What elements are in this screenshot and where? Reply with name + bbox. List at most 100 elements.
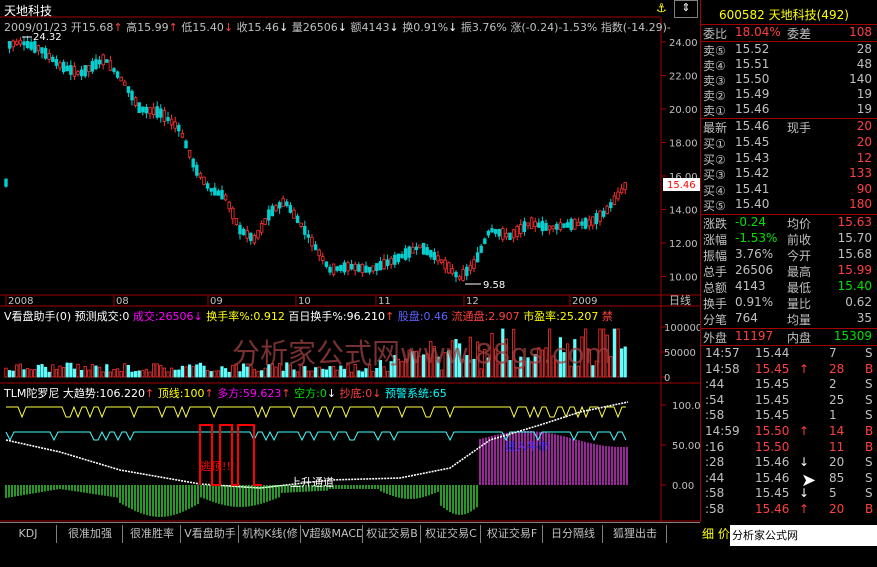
- last-price-row: 最新 15.46 现手 20: [703, 119, 872, 135]
- candle-body: [25, 41, 30, 49]
- volume-bar: [36, 364, 41, 378]
- candle-body: [591, 216, 595, 226]
- indicator-tab[interactable]: 权证交易F: [482, 525, 543, 543]
- indicator-tab[interactable]: 狐狸出击: [604, 525, 667, 543]
- candle-body: [51, 56, 55, 63]
- vol-hundred: 百日换手%:96.210: [288, 310, 386, 323]
- candle-body: [18, 39, 23, 45]
- info-amp: 振3.76%: [460, 21, 507, 34]
- candle-body: [565, 222, 570, 228]
- candle-body: [101, 54, 105, 66]
- volume-panel-header: V看盘助手(0) 预测成交:0 成交:26506↓ 换手率%:0.912 百日换…: [4, 310, 613, 323]
- quote-stat-row: 涨幅 -1.53% 前收 15.70: [703, 231, 872, 247]
- info-amt: 额4143: [350, 21, 390, 34]
- candle-body: [432, 251, 437, 261]
- candle-body: [555, 223, 559, 230]
- candle-body: [58, 62, 62, 69]
- quote-panel: 600582 天地科技(492) 委比 18.04% 委差 108 卖⑤ 15.5…: [700, 0, 877, 522]
- volume-bar: [47, 371, 51, 378]
- indicator-tab[interactable]: 权证交易C: [422, 525, 481, 543]
- candle-body: [450, 268, 455, 275]
- mouse-cursor-icon: ➤: [801, 470, 817, 491]
- stock-name-title: 天地科技: [4, 4, 53, 18]
- volume-bar: [623, 346, 627, 378]
- bid-level-row: 买⑤ 15.40 180: [703, 197, 872, 213]
- indicator-tab[interactable]: V看盘助手: [182, 525, 239, 543]
- candle-body: [61, 61, 66, 73]
- candle-body: [411, 246, 415, 254]
- ind-top: 顶线:100: [157, 387, 205, 400]
- indicator-tab[interactable]: 日分隔线: [544, 525, 603, 543]
- volume-bar: [18, 363, 23, 378]
- candle-body: [511, 229, 516, 239]
- vol-float: 流通盘:2.907: [451, 310, 520, 323]
- candle-body: [529, 217, 534, 230]
- candle-body: [349, 264, 354, 270]
- watermark-text: 分析家公式网www.88gs.com: [232, 337, 612, 370]
- candle-body: [155, 106, 159, 118]
- indicator-tab[interactable]: 很准胜率: [124, 525, 181, 543]
- candle-body: [490, 228, 494, 233]
- candle-body: [378, 261, 383, 271]
- candle-body: [299, 222, 303, 227]
- indicator-tick-label: 0.00: [672, 481, 694, 492]
- candle-body: [504, 232, 509, 238]
- volume-bar: [105, 364, 109, 378]
- candle-body: [108, 60, 113, 71]
- candle-body: [234, 218, 239, 225]
- volume-bar: [198, 362, 202, 378]
- volume-bar: [620, 348, 624, 378]
- indicator-tab[interactable]: KDJ: [0, 525, 57, 543]
- anchor-icon[interactable]: ⚓: [656, 1, 667, 15]
- vol-turnover: 换手率%:0.912: [206, 310, 285, 323]
- candle-body: [515, 226, 519, 237]
- candle-body: [43, 48, 48, 59]
- candle-body: [501, 228, 505, 240]
- tick-row: :58 15.46 ↑ 20 B: [705, 502, 874, 516]
- candle-body: [587, 219, 591, 227]
- candle-body: [270, 205, 275, 217]
- candle-body: [421, 242, 426, 255]
- candle-body: [162, 110, 167, 122]
- quote-stat-row: 总额 4143 最低 15.40: [703, 279, 872, 295]
- candle-body: [126, 86, 131, 93]
- candle-body: [159, 108, 163, 118]
- detail-tab[interactable]: 细 价: [702, 525, 730, 542]
- candle-body: [339, 264, 343, 272]
- candle-body: [238, 224, 242, 235]
- candle-body: [493, 229, 498, 234]
- candle-body: [69, 65, 73, 75]
- weibi-row: 委比 18.04% 委差 108: [703, 25, 872, 41]
- volume-bar: [11, 370, 15, 378]
- date-tick-label: 11: [378, 296, 391, 307]
- volume-bar: [90, 364, 94, 378]
- candle-body: [7, 41, 12, 49]
- indicator-tab[interactable]: 很准加强: [58, 525, 123, 543]
- candle-body: [285, 201, 289, 207]
- candle-body: [72, 66, 77, 77]
- candle-body: [324, 261, 329, 267]
- volume-bar: [155, 363, 159, 378]
- indicator-tab[interactable]: V超级MACD: [302, 525, 363, 543]
- candle-body: [195, 164, 199, 176]
- vol-pe: 市盈率:25.207: [523, 310, 599, 323]
- candle-body: [583, 217, 588, 229]
- ind-warn: 预警系统:65: [384, 387, 447, 400]
- candle-body: [40, 47, 44, 54]
- indicator-header: TLM陀罗尼 大趋势:106.220↑ 顶线:100↑ 多方:59.623↑ 空…: [4, 387, 447, 400]
- candle-body: [472, 259, 476, 269]
- candle-body: [11, 40, 15, 48]
- indicator-tab[interactable]: 权证交易B: [364, 525, 421, 543]
- candle-body: [540, 220, 545, 232]
- tick-row: :58 15.45 ↓ 5 S: [705, 486, 873, 501]
- candle-body: [580, 221, 584, 226]
- expand-icon[interactable]: ⇕: [674, 0, 698, 18]
- candle-body: [76, 71, 80, 75]
- quote-header: 600582 天地科技(492): [719, 8, 849, 22]
- main-chart-area[interactable]: 24.0022.0020.0018.0016.0014.0012.0010.00…: [0, 0, 700, 522]
- candle-body: [443, 259, 447, 270]
- candle-body: [22, 41, 26, 46]
- indicator-tab[interactable]: 机构K线(修: [240, 525, 301, 543]
- volume-bar: [148, 371, 152, 378]
- candle-body: [213, 187, 217, 196]
